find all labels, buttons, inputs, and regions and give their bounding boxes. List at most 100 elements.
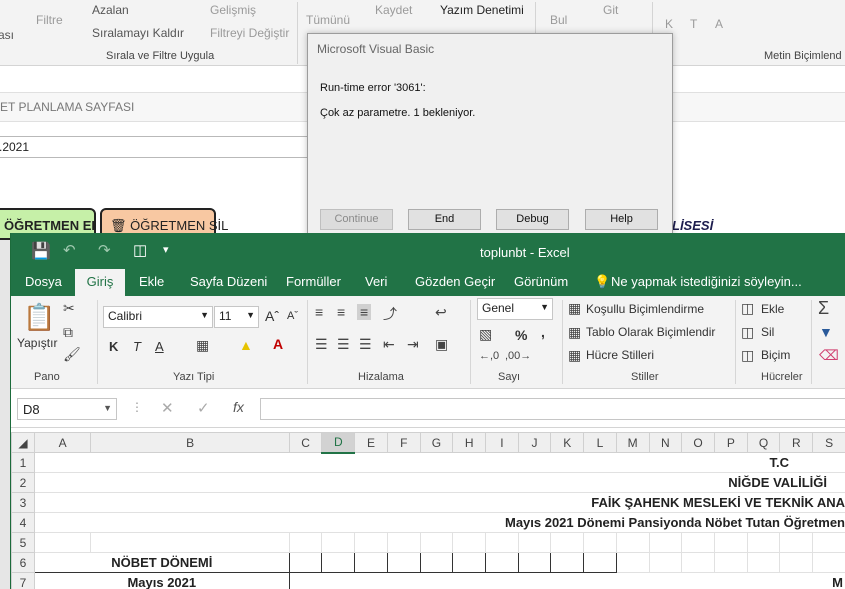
cell[interactable] [648,532,683,553]
save-icon[interactable]: 💾 [31,241,51,261]
row-header[interactable]: 4 [11,512,35,533]
underline-button[interactable]: A [155,339,164,354]
cell[interactable] [713,552,748,573]
print-preview-icon[interactable]: ◫ [133,241,147,259]
align-bottom-icon[interactable]: ≡ [357,304,372,320]
col-header-q[interactable]: Q [746,432,781,453]
align-center-icon[interactable]: ☰ [337,336,350,353]
fill-color-icon[interactable]: ▲ [239,337,253,353]
row-header[interactable]: 5 [11,532,35,553]
tell-me-box[interactable]: Ne yapmak istediğinizi söyleyin... [611,274,802,289]
cell[interactable] [517,532,552,553]
cell[interactable] [288,532,323,553]
cell[interactable] [452,532,487,553]
cell[interactable] [354,552,388,573]
cell-duty-period[interactable]: NÖBET DÖNEMİ [33,552,290,573]
align-middle-icon[interactable]: ≡ [337,304,345,320]
end-button[interactable]: End [408,209,481,230]
insert-function-icon[interactable]: fx [233,399,244,415]
col-header-j[interactable]: J [517,432,552,453]
format-painter-icon[interactable]: 🖌 [63,346,81,363]
conditional-format-button[interactable]: Koşullu Biçimlendirme [586,302,704,316]
cell[interactable] [321,532,356,553]
number-format-select[interactable]: Genel ▼ [477,298,553,320]
cell[interactable] [812,532,845,553]
format-as-table-button[interactable]: Tablo Olarak Biçimlendir [586,325,715,339]
enter-icon[interactable]: ✓ [197,399,210,417]
col-header-d[interactable]: D [321,432,356,454]
align-left-icon[interactable]: ☰ [315,336,328,353]
spreadsheet-grid[interactable]: ◢ A B C D E F G H I J K L M N O P Q R S [11,432,845,589]
font-size-select[interactable]: 11 ▼ [214,306,259,328]
debug-button[interactable]: Debug [496,209,569,230]
increase-indent-icon[interactable]: ⇥ [407,336,419,353]
cell[interactable] [419,532,454,553]
help-button[interactable]: Help [585,209,658,230]
autosum-icon[interactable]: Σ [818,298,829,319]
col-header-f[interactable]: F [386,432,421,453]
cell[interactable] [321,552,356,573]
col-header-g[interactable]: G [419,432,454,453]
increase-decimal-icon[interactable]: ←,0 [479,350,499,362]
col-header-s[interactable]: S [812,432,845,453]
sheet-table[interactable]: ◢ A B C D E F G H I J K L M N O P Q R S [11,432,845,589]
tab-home[interactable]: Giriş [75,269,125,296]
row-header[interactable]: 2 [11,472,35,493]
col-header-i[interactable]: I [485,432,519,453]
col-header-m[interactable]: M [615,432,650,453]
currency-icon[interactable]: ▧ [479,326,492,343]
cell[interactable] [288,552,323,573]
cell[interactable] [779,552,814,573]
tab-formulas[interactable]: Formüller [286,274,341,289]
row-header[interactable]: 6 [11,552,35,573]
cell[interactable] [713,532,748,553]
fill-icon[interactable]: ▼ [819,324,833,340]
redo-icon[interactable]: ↷ [98,241,111,259]
tab-file[interactable]: Dosya [25,274,62,289]
col-header-l[interactable]: L [583,432,617,453]
cell[interactable] [583,552,617,573]
align-right-icon[interactable]: ☰ [359,336,372,353]
tab-review[interactable]: Gözden Geçir [415,274,495,289]
col-header-o[interactable]: O [681,432,715,453]
cancel-icon[interactable]: ✕ [161,399,174,417]
shrink-font-icon[interactable]: Aˇ [287,310,298,322]
continue-button[interactable]: Continue [320,209,393,230]
cell[interactable] [517,552,552,573]
row-header[interactable]: 1 [11,452,35,473]
tab-insert[interactable]: Ekle [139,274,164,289]
wrap-text-icon[interactable]: ↩ [435,304,447,321]
cell[interactable] [812,552,845,573]
paste-label[interactable]: Yapıştır [17,336,57,350]
col-header-k[interactable]: K [550,432,585,453]
col-header-p[interactable]: P [713,432,748,453]
cell[interactable] [681,532,715,553]
cell[interactable] [550,552,585,573]
paste-icon[interactable]: 📋 [23,302,55,333]
comma-button[interactable]: , [541,324,545,340]
cell[interactable] [746,552,781,573]
grow-font-icon[interactable]: Aˆ [265,308,279,324]
cell-title-tc[interactable]: T.C [33,452,845,473]
cell[interactable] [33,532,92,553]
cell-partial[interactable]: M [288,572,845,589]
col-header-r[interactable]: R [779,432,814,453]
tab-view[interactable]: Görünüm [514,274,568,289]
align-top-icon[interactable]: ≡ [315,304,323,320]
col-header-n[interactable]: N [648,432,683,453]
name-box[interactable]: D8 ▼ [17,398,117,420]
tab-page-layout[interactable]: Sayfa Düzeni [190,274,267,289]
col-header-e[interactable]: E [354,432,388,453]
cell[interactable] [648,552,683,573]
italic-button[interactable]: T [133,339,141,354]
cell-title-governorate[interactable]: NİĞDE VALİLİĞİ [33,472,845,493]
row-header[interactable]: 3 [11,492,35,513]
undo-icon[interactable]: ↶ [63,241,76,259]
merge-center-icon[interactable]: ▣ [435,336,448,353]
orientation-icon[interactable]: ⤴ [383,304,397,324]
col-header-b[interactable]: B [90,432,290,453]
cell[interactable] [746,532,781,553]
cell[interactable] [386,552,421,573]
insert-cells-button[interactable]: Ekle [761,302,784,316]
cell[interactable] [485,532,519,553]
